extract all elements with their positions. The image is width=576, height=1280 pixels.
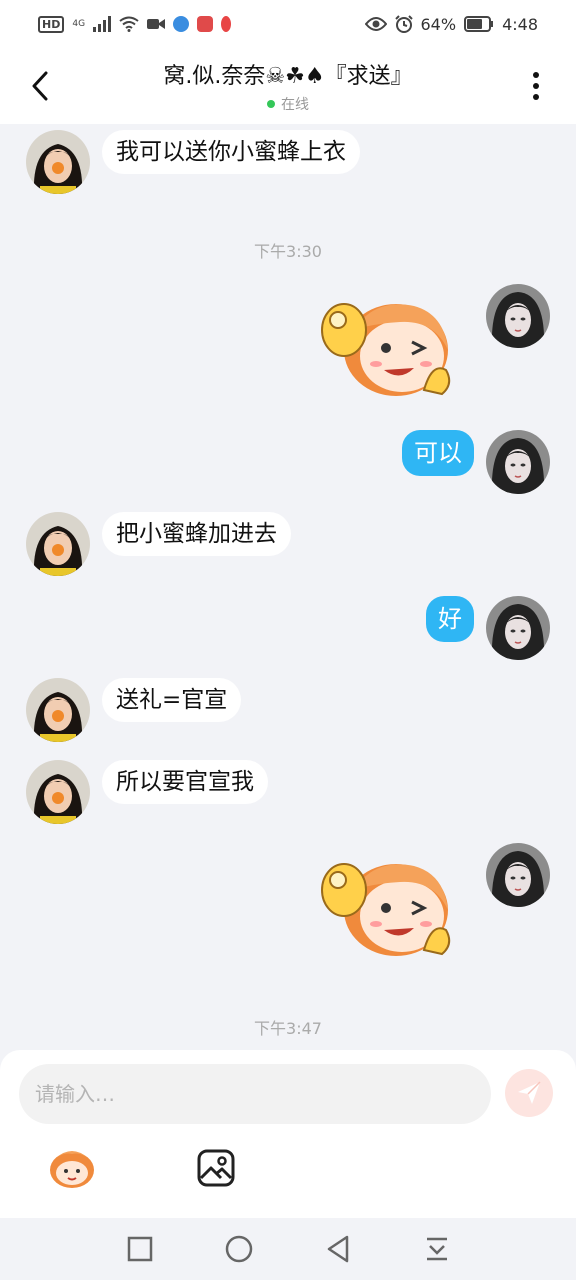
contact-avatar[interactable]: [26, 512, 90, 576]
pull-down-icon: [426, 1237, 447, 1261]
ok-thumbs-sticker[interactable]: [314, 850, 454, 960]
network-type: 4G: [72, 19, 86, 29]
send-button[interactable]: [505, 1069, 553, 1117]
contact-avatar[interactable]: [26, 130, 90, 194]
back-nav-button[interactable]: [318, 1229, 358, 1269]
message-timestamp: 下午3:47: [254, 1019, 322, 1038]
alarm-icon: [394, 15, 413, 33]
contact-avatar[interactable]: [26, 678, 90, 742]
back-button[interactable]: [0, 48, 80, 124]
status-bar: HD 4G 64% 4:48: [0, 0, 576, 48]
my-avatar[interactable]: [486, 430, 550, 494]
chat-title-block: 窝.似.奈奈☠☘♠『求送』 在线: [80, 58, 496, 114]
status-bar-right: 64% 4:48: [364, 14, 538, 34]
online-status-label: 在线: [281, 97, 309, 113]
message-bubble-received[interactable]: 把小蜜蜂加进去: [102, 512, 291, 556]
circle-icon: [225, 1235, 252, 1263]
recents-button[interactable]: [120, 1229, 160, 1269]
my-avatar[interactable]: [486, 596, 550, 660]
contact-name: 窝.似.奈奈☠☘♠『求送』: [163, 64, 413, 89]
clock-time: 4:48: [502, 14, 538, 34]
send-icon: [518, 1081, 541, 1104]
hd-badge: HD: [38, 15, 65, 33]
message-bubble-sent[interactable]: 可以: [402, 430, 474, 476]
chevron-left-icon: [32, 71, 48, 101]
battery-icon: [464, 16, 494, 32]
more-options-button[interactable]: [496, 48, 576, 124]
triangle-back-icon: [327, 1235, 348, 1263]
app-notification-icon: [221, 16, 232, 32]
system-nav-bar: [0, 1218, 576, 1280]
square-icon: [127, 1236, 152, 1262]
wifi-icon: [119, 16, 139, 32]
message-bubble-received[interactable]: 我可以送你小蜜蜂上衣: [102, 130, 360, 174]
eye-icon: [364, 17, 387, 31]
message-bubble-received[interactable]: 所以要官宣我: [102, 760, 268, 804]
contact-avatar[interactable]: [26, 760, 90, 824]
sticker-mascot-icon: [50, 1151, 94, 1188]
composer-panel: [0, 1050, 576, 1218]
battery-percent: 64%: [420, 14, 457, 34]
status-bar-left: HD 4G: [38, 15, 232, 33]
online-status: 在线: [80, 94, 496, 114]
app-notification-icon: [197, 16, 214, 32]
message-bubble-received[interactable]: 送礼=官宣: [102, 678, 242, 722]
sticker-button[interactable]: [48, 1146, 96, 1190]
message-bubble-sent[interactable]: 好: [426, 596, 474, 642]
online-dot-icon: [267, 100, 275, 108]
video-icon: [147, 19, 166, 29]
my-avatar[interactable]: [486, 843, 550, 907]
image-icon: [197, 1149, 235, 1187]
signal-icon: [93, 16, 112, 32]
more-vertical-icon: [533, 72, 539, 100]
app-notification-icon: [173, 16, 190, 32]
image-button[interactable]: [196, 1148, 236, 1188]
home-button[interactable]: [219, 1229, 259, 1269]
notification-pull-button[interactable]: [417, 1229, 457, 1269]
chat-header: 窝.似.奈奈☠☘♠『求送』 在线: [0, 48, 576, 124]
message-timestamp: 下午3:30: [254, 242, 322, 261]
message-input[interactable]: [19, 1064, 491, 1124]
ok-thumbs-sticker[interactable]: [314, 290, 454, 400]
my-avatar[interactable]: [486, 284, 550, 348]
